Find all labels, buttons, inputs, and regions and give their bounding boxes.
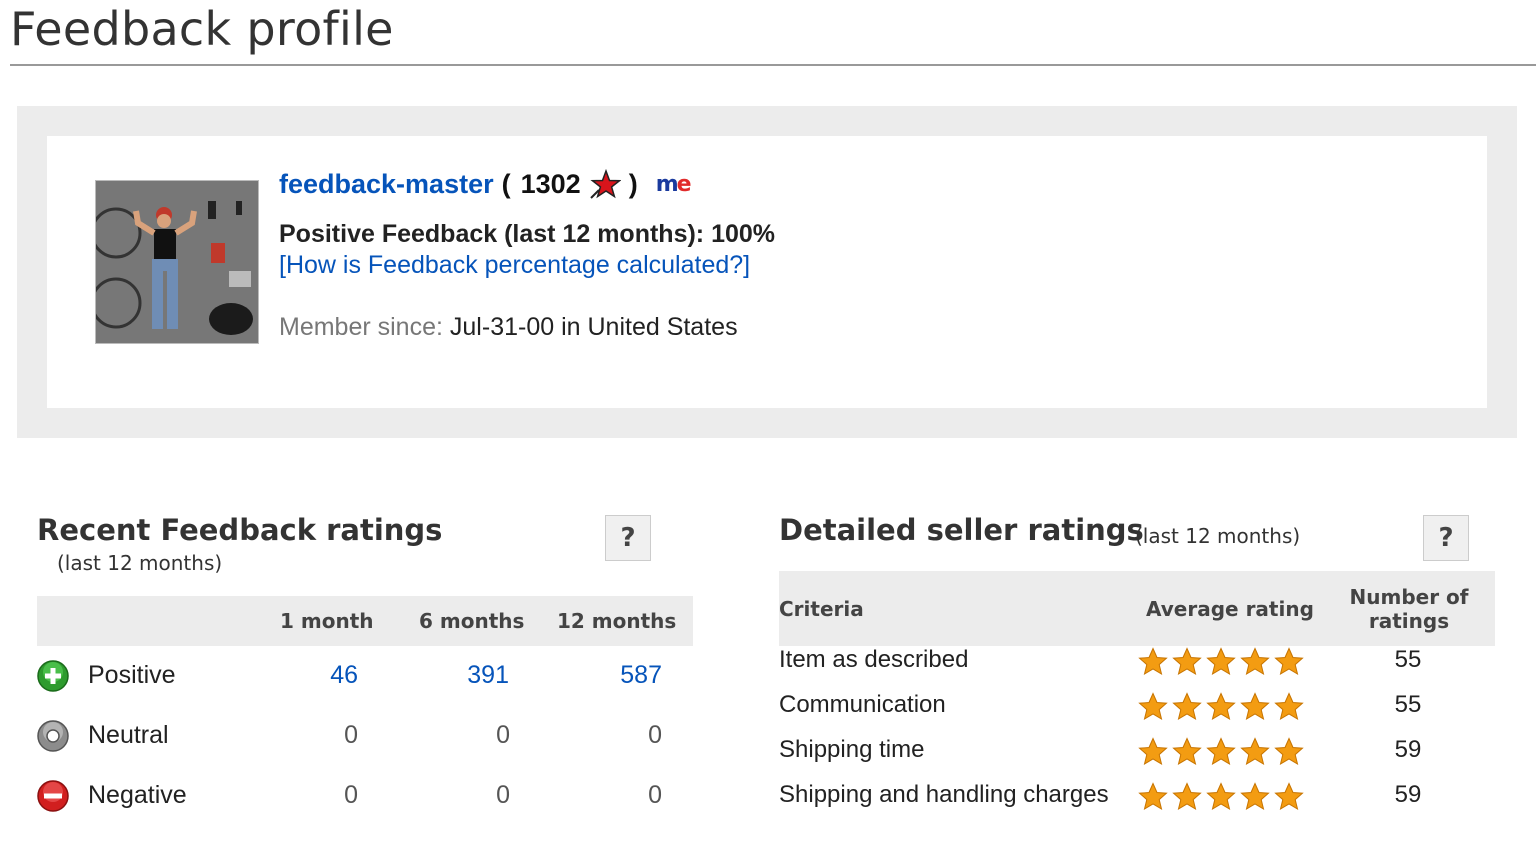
user-row: feedback-master ( 1302 ) me xyxy=(279,166,692,202)
recent-feedback-title: Recent Feedback ratings xyxy=(37,513,443,547)
me-badge-m: m xyxy=(655,171,679,197)
member-since-label: Member since: xyxy=(279,313,443,341)
ratings-count: 59 xyxy=(1394,736,1422,763)
neutral-6-months: 0 xyxy=(496,721,510,749)
star-icon xyxy=(1138,737,1168,766)
star-icon xyxy=(1172,692,1202,721)
me-badge-e: e xyxy=(676,171,692,197)
col-number-of-ratings-1: Number of xyxy=(1349,585,1469,609)
neutral-circle-icon xyxy=(37,720,69,752)
recent-feedback-help-button[interactable]: ? xyxy=(605,515,651,561)
score-paren-open: ( xyxy=(501,168,511,199)
star-icon xyxy=(1274,647,1304,676)
red-shooting-star-icon[interactable] xyxy=(589,168,622,200)
star-icon xyxy=(1206,647,1236,676)
neutral-1-month: 0 xyxy=(344,721,358,749)
star-icon xyxy=(1172,737,1202,766)
me-badge-icon[interactable]: me xyxy=(655,171,692,197)
star-rating xyxy=(1138,692,1304,722)
star-icon xyxy=(1240,647,1270,676)
positive-plus-icon xyxy=(37,660,69,692)
star-icon xyxy=(1138,782,1168,811)
detailed-ratings-help-button[interactable]: ? xyxy=(1423,515,1469,561)
member-since-value: Jul-31-00 in United States xyxy=(449,313,738,341)
profile-card xyxy=(47,136,1487,408)
score-paren-close: ) xyxy=(628,168,638,199)
feedback-score[interactable]: 1302 xyxy=(521,169,581,200)
feedback-calculation-link[interactable]: [How is Feedback percentage calculated?] xyxy=(279,251,750,280)
criteria-label: Shipping and handling charges xyxy=(779,781,1109,808)
negative-12-months: 0 xyxy=(648,781,662,809)
positive-6-months-link[interactable]: 391 xyxy=(429,661,509,690)
row-label-negative: Negative xyxy=(88,781,187,809)
negative-1-month: 0 xyxy=(344,781,358,809)
star-rating xyxy=(1138,737,1304,767)
criteria-label: Item as described xyxy=(779,646,969,673)
col-criteria: Criteria xyxy=(779,597,864,621)
col-number-of-ratings-2: ratings xyxy=(1368,609,1450,633)
negative-minus-icon xyxy=(37,780,69,812)
star-icon xyxy=(1206,782,1236,811)
member-since: Member since: Jul-31-00 in United States xyxy=(279,313,738,342)
row-label-positive: Positive xyxy=(88,661,176,689)
detailed-ratings-subtitle: (last 12 months) xyxy=(1135,524,1301,548)
username-link[interactable]: feedback-master xyxy=(279,169,494,200)
star-icon xyxy=(1138,692,1168,721)
recent-feedback-subtitle: (last 12 months) xyxy=(57,551,223,575)
positive-12-months-link[interactable]: 587 xyxy=(582,661,662,690)
row-label-neutral: Neutral xyxy=(88,721,169,749)
positive-1-month-link[interactable]: 46 xyxy=(278,661,358,690)
negative-6-months: 0 xyxy=(496,781,510,809)
avatar[interactable] xyxy=(95,180,259,344)
criteria-label: Communication xyxy=(779,691,946,718)
detailed-ratings-title: Detailed seller ratings xyxy=(779,513,1144,547)
col-average-rating: Average rating xyxy=(1146,597,1314,621)
star-icon xyxy=(1274,782,1304,811)
criteria-label: Shipping time xyxy=(779,736,925,763)
star-icon xyxy=(1240,692,1270,721)
ratings-count: 59 xyxy=(1394,781,1422,808)
positive-feedback-percent: Positive Feedback (last 12 months): 100% xyxy=(279,220,776,248)
star-icon xyxy=(1206,692,1236,721)
star-icon xyxy=(1274,737,1304,766)
star-icon xyxy=(1240,782,1270,811)
star-icon xyxy=(1206,737,1236,766)
star-icon xyxy=(1274,692,1304,721)
star-icon xyxy=(1172,782,1202,811)
ratings-count: 55 xyxy=(1394,646,1422,673)
star-rating xyxy=(1138,782,1304,812)
col-12-months: 12 months xyxy=(557,609,677,633)
neutral-12-months: 0 xyxy=(648,721,662,749)
page-title: Feedback profile xyxy=(10,2,394,56)
title-divider xyxy=(10,64,1536,66)
ratings-count: 55 xyxy=(1394,691,1422,718)
avatar-photo xyxy=(96,181,258,343)
star-icon xyxy=(1240,737,1270,766)
star-icon xyxy=(1172,647,1202,676)
star-rating xyxy=(1138,647,1304,677)
col-1-month: 1 month xyxy=(280,609,374,633)
col-6-months: 6 months xyxy=(419,609,525,633)
star-icon xyxy=(1138,647,1168,676)
